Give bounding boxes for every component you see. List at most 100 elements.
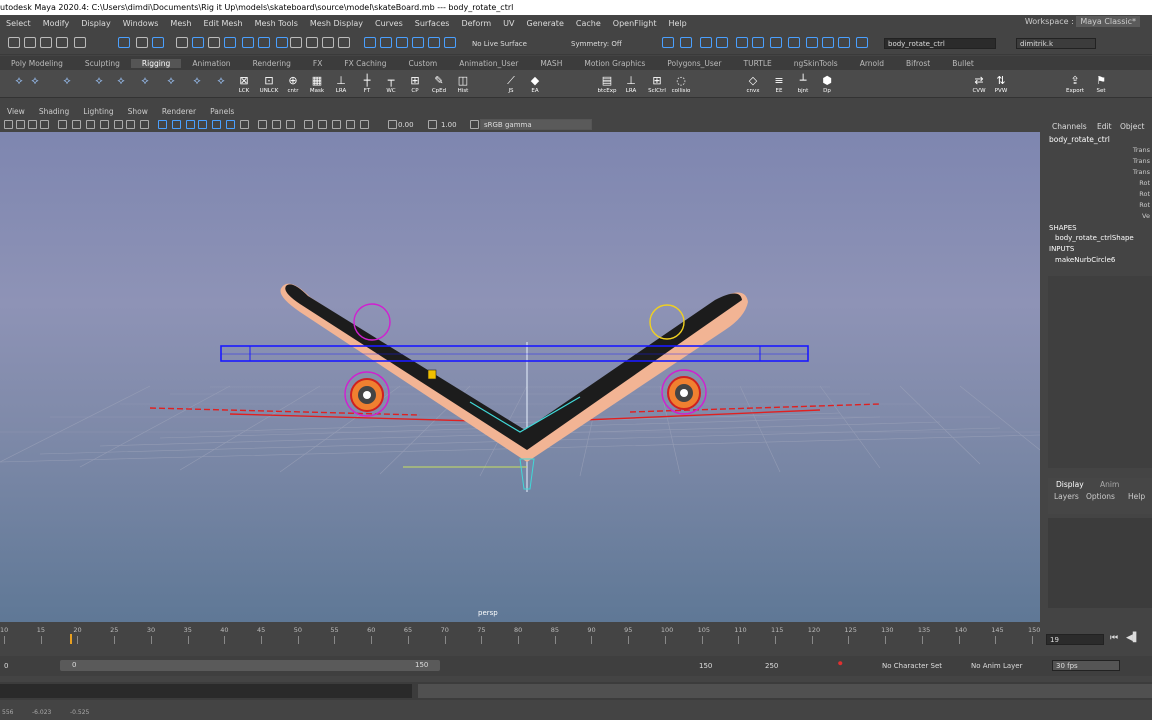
user-account[interactable]: dimitrik.k: [1016, 38, 1096, 49]
layer-menu-help[interactable]: Help: [1128, 492, 1145, 501]
anim-layer-dropdown[interactable]: No Anim Layer: [971, 662, 1022, 670]
panel-tool-icon[interactable]: [140, 120, 149, 129]
shelf-button-collisio[interactable]: ◌ collisio: [670, 73, 692, 95]
panel-tool-icon[interactable]: [40, 120, 49, 129]
status-tool-icon[interactable]: [118, 37, 130, 48]
panel-tool-icon[interactable]: [16, 120, 25, 129]
cb-attr-label[interactable]: Trans: [1133, 146, 1150, 154]
shelf-button-lck[interactable]: ⊠ LCK: [233, 73, 255, 95]
panel-tool-icon[interactable]: [428, 120, 437, 129]
status-tool-icon[interactable]: [276, 37, 288, 48]
go-to-start-icon[interactable]: ⏮: [1110, 633, 1118, 643]
snap-render-icon[interactable]: [380, 37, 392, 48]
shelf-button-set[interactable]: ⚑ Set: [1090, 73, 1112, 95]
shelf-tool-button[interactable]: ⟡: [88, 73, 110, 95]
status-tool-icon[interactable]: [136, 37, 148, 48]
shelf-button-cnvx[interactable]: ◇ cnvx: [742, 73, 764, 95]
menu-help[interactable]: Help: [662, 19, 692, 28]
snap-render-icon[interactable]: [822, 37, 834, 48]
range-bar[interactable]: 0 150: [60, 660, 440, 671]
layer-menu-options[interactable]: Options: [1086, 492, 1115, 501]
panel-tool-icon[interactable]: [258, 120, 267, 129]
shelf-tab-animation[interactable]: Animation: [181, 59, 241, 68]
panel-tool-icon[interactable]: [346, 120, 355, 129]
menu-deform[interactable]: Deform: [455, 19, 497, 28]
exposure-value[interactable]: 0.00: [398, 121, 414, 129]
shelf-tab-fx[interactable]: FX: [302, 59, 333, 68]
layer-tab-anim[interactable]: Anim: [1100, 480, 1119, 489]
shelf-button-cp[interactable]: ⊞ CP: [404, 73, 426, 95]
panel-menu-shading[interactable]: Shading: [32, 107, 76, 116]
panel-tool-icon[interactable]: [158, 120, 167, 129]
panel-menu-show[interactable]: Show: [121, 107, 155, 116]
panel-tool-icon[interactable]: [100, 120, 109, 129]
step-back-icon[interactable]: ◀▌: [1126, 633, 1140, 643]
panel-tool-icon[interactable]: [388, 120, 397, 129]
status-tool-icon[interactable]: [224, 37, 236, 48]
shelf-tool-button[interactable]: ⟡: [186, 73, 208, 95]
panel-tool-icon[interactable]: [212, 120, 221, 129]
shelf-tab-polygons-user[interactable]: Polygons_User: [656, 59, 732, 68]
status-tool-icon[interactable]: [8, 37, 20, 48]
cb-attr-label[interactable]: Rot: [1139, 190, 1150, 198]
menu-curves[interactable]: Curves: [369, 19, 409, 28]
menu-mesh-display[interactable]: Mesh Display: [304, 19, 369, 28]
cb-attr-label[interactable]: Rot: [1139, 179, 1150, 187]
status-tool-icon[interactable]: [242, 37, 254, 48]
menu-modify[interactable]: Modify: [37, 19, 76, 28]
shelf-button-hist[interactable]: ◫ Hist: [452, 73, 474, 95]
shelf-button-lra[interactable]: ⊥ LRA: [620, 73, 642, 95]
snap-render-icon[interactable]: [806, 37, 818, 48]
shelf-button-export[interactable]: ⇪ Export: [1064, 73, 1086, 95]
panel-tool-icon[interactable]: [4, 120, 13, 129]
snap-render-icon[interactable]: [770, 37, 782, 48]
shelf-tab-turtle[interactable]: TURTLE: [733, 59, 783, 68]
menu-display[interactable]: Display: [75, 19, 117, 28]
cb-menu-edit[interactable]: Edit: [1097, 122, 1112, 131]
current-frame-field[interactable]: 19: [1046, 634, 1104, 645]
shelf-button-ea[interactable]: ◆ EA: [524, 73, 546, 95]
cb-attr-label[interactable]: Rot: [1139, 201, 1150, 209]
menu-windows[interactable]: Windows: [117, 19, 165, 28]
panel-tool-icon[interactable]: [198, 120, 207, 129]
snap-render-icon[interactable]: [396, 37, 408, 48]
panel-tool-icon[interactable]: [304, 120, 313, 129]
cb-attr-label[interactable]: Ve: [1142, 212, 1150, 220]
shelf-tab-poly-modeling[interactable]: Poly Modeling: [0, 59, 74, 68]
snap-render-icon[interactable]: [736, 37, 748, 48]
layer-menu-layers[interactable]: Layers: [1054, 492, 1079, 501]
snap-render-icon[interactable]: [412, 37, 424, 48]
character-set-dropdown[interactable]: No Character Set: [882, 662, 942, 670]
panel-tool-icon[interactable]: [318, 120, 327, 129]
shelf-tab-bifrost[interactable]: Bifrost: [895, 59, 941, 68]
status-tool-icon[interactable]: [56, 37, 68, 48]
panel-tool-icon[interactable]: [126, 120, 135, 129]
snap-render-icon[interactable]: [788, 37, 800, 48]
cb-attr-label[interactable]: Trans: [1133, 157, 1150, 165]
panel-tool-icon[interactable]: [470, 120, 479, 129]
panel-tool-icon[interactable]: [28, 120, 37, 129]
shelf-button-cntr[interactable]: ⊕ cntr: [282, 73, 304, 95]
menu-mesh-tools[interactable]: Mesh Tools: [249, 19, 304, 28]
cb-attr-label[interactable]: Trans: [1133, 168, 1150, 176]
cb-shape-name[interactable]: body_rotate_ctrlShape: [1055, 234, 1134, 242]
status-tool-icon[interactable]: [24, 37, 36, 48]
menu-generate[interactable]: Generate: [521, 19, 570, 28]
panel-menu-lighting[interactable]: Lighting: [76, 107, 120, 116]
panel-menu-renderer[interactable]: Renderer: [155, 107, 203, 116]
shelf-tab-animation-user[interactable]: Animation_User: [448, 59, 529, 68]
panel-menu-panels[interactable]: Panels: [203, 107, 241, 116]
shelf-button-ee[interactable]: ≡ EE: [768, 73, 790, 95]
status-tool-icon[interactable]: [306, 37, 318, 48]
panel-tool-icon[interactable]: [286, 120, 295, 129]
panel-tool-icon[interactable]: [86, 120, 95, 129]
snap-render-icon[interactable]: [662, 37, 674, 48]
live-surface-label[interactable]: No Live Surface: [472, 40, 527, 48]
shelf-tool-button[interactable]: ⟡: [110, 73, 132, 95]
range-end-field[interactable]: 150: [699, 662, 712, 670]
menu-cache[interactable]: Cache: [570, 19, 607, 28]
panel-tool-icon[interactable]: [58, 120, 67, 129]
shelf-tab-arnold[interactable]: Arnold: [849, 59, 895, 68]
status-tool-icon[interactable]: [208, 37, 220, 48]
range-start-field[interactable]: 0: [4, 662, 8, 670]
